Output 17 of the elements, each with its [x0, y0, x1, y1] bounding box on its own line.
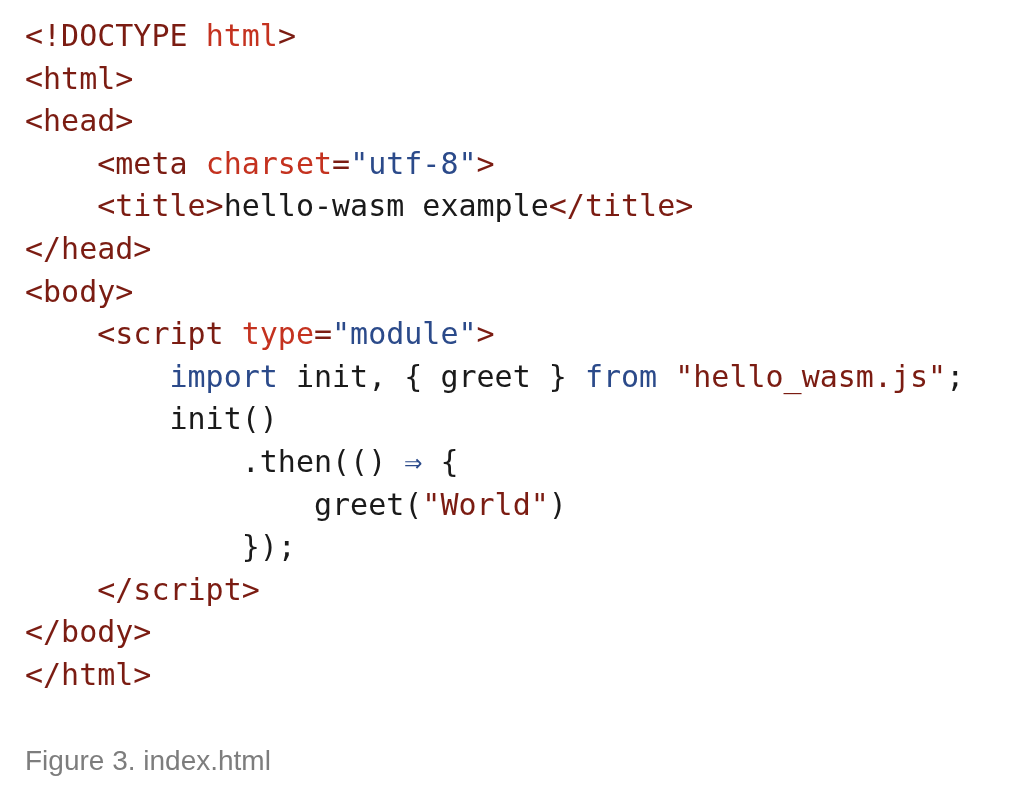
code-line: import init, { greet } from "hello_wasm.js"; — [168, 357, 965, 397]
code-line: </body> — [25, 613, 152, 652]
code-line: init() — [168, 400, 278, 439]
code-line: <meta charset="utf-8"> — [96, 144, 495, 183]
code-line: <title>hello-wasm example</title> — [96, 187, 694, 226]
code-line: }); — [240, 528, 296, 567]
figure-caption: Figure 3. index.html — [25, 744, 271, 777]
code-line: greet("World") — [313, 485, 567, 524]
code-line: <body> — [25, 272, 134, 311]
code-line: <script type="module"> — [96, 315, 495, 354]
code-line: </html> — [25, 655, 152, 694]
code-line: <!DOCTYPE html> — [25, 17, 296, 55]
code-line: </head> — [25, 229, 152, 268]
code-line: <html> — [25, 59, 134, 98]
code-line: .then(() ⇒ { — [240, 442, 459, 481]
code-line: </script> — [96, 570, 260, 609]
code-line: <head> — [25, 102, 134, 141]
